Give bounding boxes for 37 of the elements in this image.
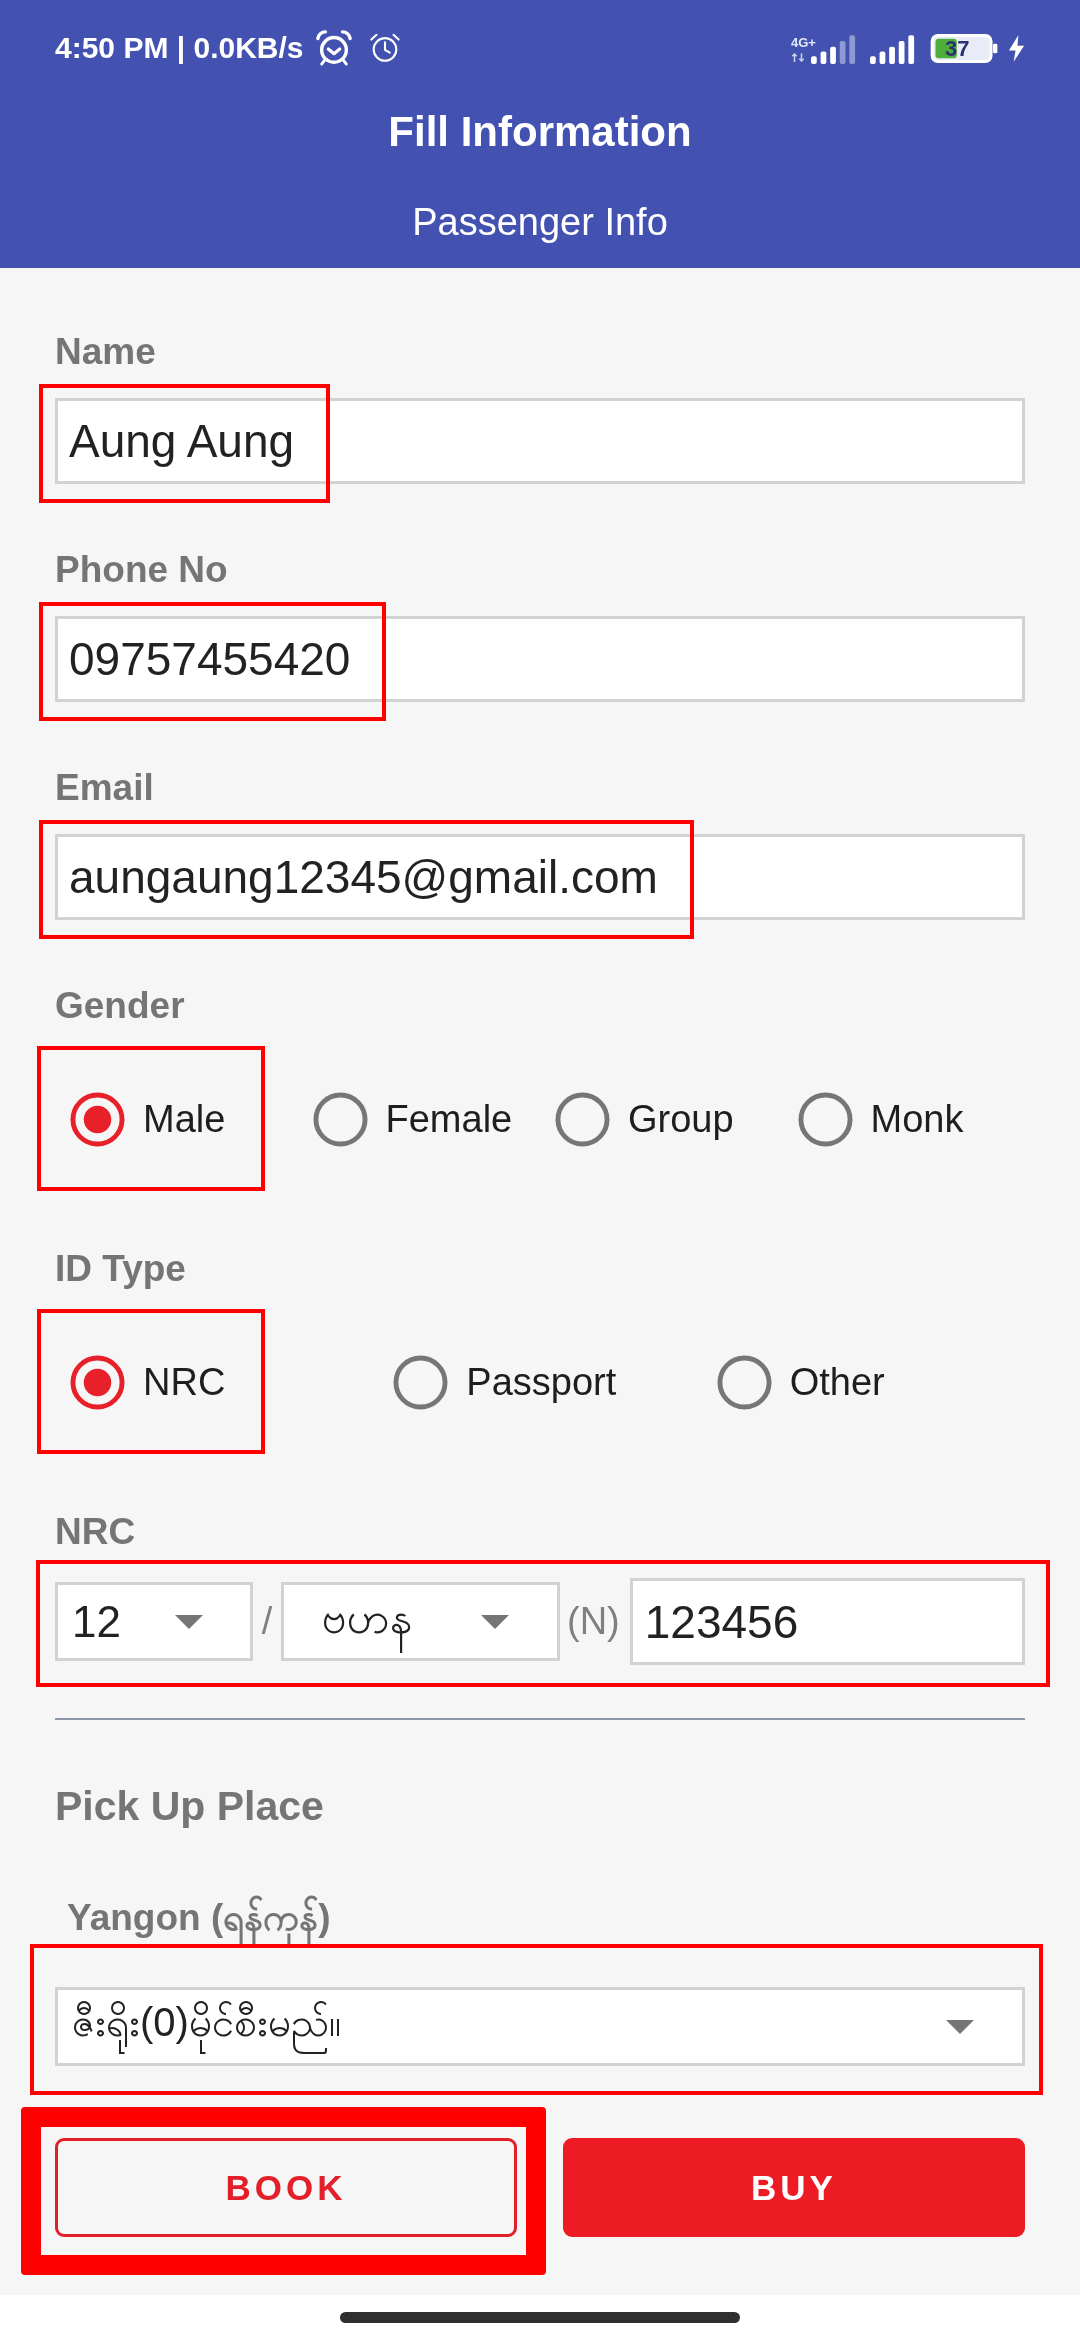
page-subtitle: Passenger Info [412, 200, 668, 245]
text-input[interactable]: 123456 [629, 1578, 1025, 1665]
field-label: Phone No [55, 548, 229, 592]
citizenship-text: (N) [567, 1600, 620, 1643]
dropdown[interactable]: ဇီးရိုး(0)မိုင်စီးမည်။ [55, 1987, 1025, 2066]
radio-option[interactable]: Monk [797, 1092, 964, 1147]
data-arrows-icon [791, 52, 805, 62]
alarm-check-icon [314, 29, 353, 67]
dropdown[interactable]: 12 [55, 1582, 253, 1661]
section-heading: Pick Up Place [55, 1782, 325, 1830]
charging-bolt-icon [1007, 34, 1026, 62]
radio-option[interactable]: Other [716, 1355, 885, 1410]
caret-icon [946, 2019, 974, 2034]
caret-icon [481, 1614, 509, 1629]
separator-text: / [260, 1600, 274, 1643]
field-label: Email [55, 766, 155, 810]
page-title: Fill Information [388, 107, 692, 157]
alarm-clock-icon [368, 32, 401, 64]
caret-icon [175, 1614, 203, 1629]
radio-option[interactable]: Passport [393, 1355, 617, 1410]
text-input[interactable]: Aung Aung [55, 398, 1025, 484]
radio-option[interactable]: Group [555, 1092, 734, 1147]
dropdown[interactable]: ဗဟန [281, 1582, 560, 1661]
text-input[interactable]: 09757455420 [55, 616, 1025, 702]
radio-option[interactable]: Female [312, 1092, 513, 1147]
field-label: Gender [55, 984, 186, 1028]
action-button[interactable]: BUY [563, 2138, 1025, 2237]
action-button[interactable]: BOOK [55, 2138, 517, 2237]
radio-option[interactable]: NRC [70, 1355, 226, 1410]
field-label: Name [55, 330, 157, 374]
text-input[interactable]: aungaung12345@gmail.com [55, 834, 1025, 920]
radio-option[interactable]: Male [70, 1092, 226, 1147]
field-label: NRC [55, 1510, 137, 1554]
signal-icon [870, 34, 916, 64]
field-label: ID Type [55, 1247, 187, 1291]
status-time: 4:50 PM | 0.0KB/s [55, 31, 304, 65]
network-type: 4G+ [791, 34, 816, 50]
